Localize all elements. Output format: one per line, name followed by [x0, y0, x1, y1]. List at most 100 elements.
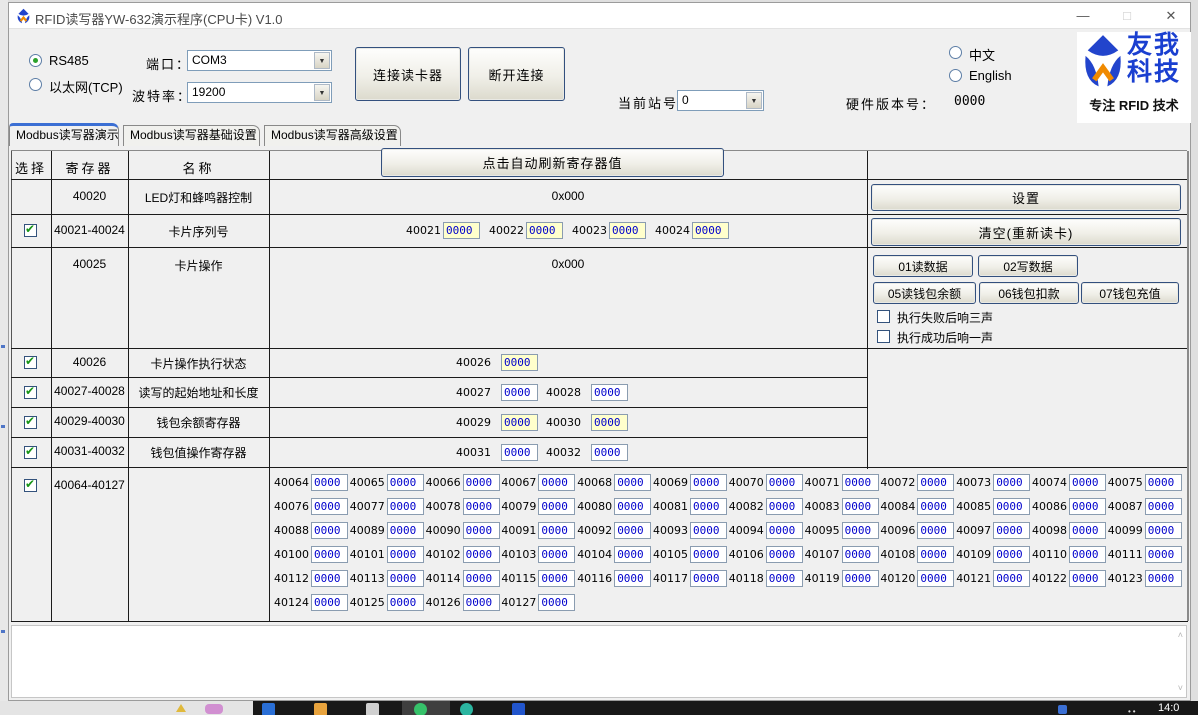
reg-input-40030[interactable]: 0000 — [591, 414, 628, 431]
row-checkbox-40031-40032[interactable] — [24, 446, 37, 459]
reg-input-40031[interactable]: 0000 — [501, 444, 538, 461]
reg-input-40085[interactable]: 0000 — [993, 498, 1030, 515]
reg-input-40023[interactable]: 0000 — [609, 222, 646, 239]
baud-select[interactable]: 19200 ▼ — [187, 82, 332, 103]
lang-en-radio[interactable] — [949, 69, 962, 82]
reg-input-40110[interactable]: 0000 — [1069, 546, 1106, 563]
window-icon[interactable] — [366, 703, 379, 715]
tab-2[interactable]: Modbus读写器基础设置 — [123, 125, 260, 146]
clear-reread-button[interactable]: 清空(重新读卡) — [871, 218, 1181, 246]
scroll-up-icon[interactable]: ˄ — [1178, 630, 1183, 640]
reg-input-40101[interactable]: 0000 — [387, 546, 424, 563]
tray-icon[interactable] — [1058, 705, 1067, 714]
reg-input-40121[interactable]: 0000 — [993, 570, 1030, 587]
settings-button[interactable]: 设置 — [871, 184, 1181, 211]
rs485-radio[interactable] — [29, 54, 42, 67]
read-wallet-button[interactable]: 05读钱包余额 — [873, 282, 976, 304]
reg-input-40119[interactable]: 0000 — [842, 570, 879, 587]
reg-input-40064[interactable]: 0000 — [311, 474, 348, 491]
green-app-icon[interactable] — [414, 703, 427, 715]
reg-input-40122[interactable]: 0000 — [1069, 570, 1106, 587]
station-select[interactable]: 0 ▼ — [677, 90, 764, 111]
reg-input-40097[interactable]: 0000 — [993, 522, 1030, 539]
reg-input-40084[interactable]: 0000 — [917, 498, 954, 515]
reg-input-40070[interactable]: 0000 — [766, 474, 803, 491]
reg-input-40125[interactable]: 0000 — [387, 594, 424, 611]
reg-input-40073[interactable]: 0000 — [993, 474, 1030, 491]
chevron-down-icon[interactable]: ▼ — [314, 52, 330, 69]
reg-input-40102[interactable]: 0000 — [463, 546, 500, 563]
teal-app-icon[interactable] — [460, 703, 473, 715]
reg-input-40071[interactable]: 0000 — [842, 474, 879, 491]
reg-input-40067[interactable]: 0000 — [538, 474, 575, 491]
reg-input-40115[interactable]: 0000 — [538, 570, 575, 587]
reg-input-40022[interactable]: 0000 — [526, 222, 563, 239]
reg-input-40080[interactable]: 0000 — [614, 498, 651, 515]
reg-input-40082[interactable]: 0000 — [766, 498, 803, 515]
reg-input-40079[interactable]: 0000 — [538, 498, 575, 515]
reg-input-40096[interactable]: 0000 — [917, 522, 954, 539]
reg-input-40111[interactable]: 0000 — [1145, 546, 1182, 563]
close-button[interactable]: ✕ — [1149, 3, 1193, 29]
disconnect-button[interactable]: 断开连接 — [468, 47, 565, 101]
reg-input-40109[interactable]: 0000 — [993, 546, 1030, 563]
reg-input-40027[interactable]: 0000 — [501, 384, 538, 401]
explorer-icon[interactable] — [262, 703, 275, 715]
reg-input-40072[interactable]: 0000 — [917, 474, 954, 491]
reg-input-40114[interactable]: 0000 — [463, 570, 500, 587]
reg-input-40098[interactable]: 0000 — [1069, 522, 1106, 539]
reg-input-40068[interactable]: 0000 — [614, 474, 651, 491]
connect-button[interactable]: 连接读卡器 — [355, 47, 461, 101]
reg-input-40028[interactable]: 0000 — [591, 384, 628, 401]
blue-doc-icon[interactable] — [512, 703, 525, 715]
reg-input-40024[interactable]: 0000 — [692, 222, 729, 239]
reg-input-40117[interactable]: 0000 — [690, 570, 727, 587]
beep-fail-checkbox[interactable] — [877, 310, 890, 323]
reg-input-40118[interactable]: 0000 — [766, 570, 803, 587]
reg-input-40065[interactable]: 0000 — [387, 474, 424, 491]
tab-3[interactable]: Modbus读写器高级设置 — [264, 125, 401, 146]
folder-icon[interactable] — [314, 703, 327, 715]
reg-input-40089[interactable]: 0000 — [387, 522, 424, 539]
reg-input-40095[interactable]: 0000 — [842, 522, 879, 539]
reg-input-40075[interactable]: 0000 — [1145, 474, 1182, 491]
reg-input-40100[interactable]: 0000 — [311, 546, 348, 563]
reg-input-40120[interactable]: 0000 — [917, 570, 954, 587]
reg-input-40093[interactable]: 0000 — [690, 522, 727, 539]
wallet-recharge-button[interactable]: 07钱包充值 — [1081, 282, 1179, 304]
row-checkbox-40021-40024[interactable] — [24, 224, 37, 237]
scroll-down-icon[interactable]: ˅ — [1178, 683, 1183, 693]
reg-input-40113[interactable]: 0000 — [387, 570, 424, 587]
tab-1[interactable]: Modbus读写器演示 — [9, 123, 119, 146]
desktop-icon[interactable] — [176, 704, 186, 712]
reg-input-40032[interactable]: 0000 — [591, 444, 628, 461]
minimize-button[interactable]: — — [1061, 3, 1105, 29]
beep-ok-checkbox[interactable] — [877, 330, 890, 343]
reg-input-40127[interactable]: 0000 — [538, 594, 575, 611]
reg-input-40103[interactable]: 0000 — [538, 546, 575, 563]
reg-input-40069[interactable]: 0000 — [690, 474, 727, 491]
reg-input-40106[interactable]: 0000 — [766, 546, 803, 563]
desktop-icon[interactable] — [205, 704, 223, 714]
reg-input-40112[interactable]: 0000 — [311, 570, 348, 587]
log-area[interactable]: ˄ ˅ — [11, 625, 1187, 698]
reg-input-40081[interactable]: 0000 — [690, 498, 727, 515]
reg-input-40021[interactable]: 0000 — [443, 222, 480, 239]
reg-input-40116[interactable]: 0000 — [614, 570, 651, 587]
reg-input-40078[interactable]: 0000 — [463, 498, 500, 515]
chevron-down-icon[interactable]: ▼ — [746, 92, 762, 109]
reg-input-40107[interactable]: 0000 — [842, 546, 879, 563]
refresh-registers-button[interactable]: 点击自动刷新寄存器值 — [381, 148, 724, 177]
reg-input-40090[interactable]: 0000 — [463, 522, 500, 539]
row-checkbox-40026[interactable] — [24, 356, 37, 369]
reg-input-40092[interactable]: 0000 — [614, 522, 651, 539]
row-checkbox-40027-40028[interactable] — [24, 386, 37, 399]
reg-input-40108[interactable]: 0000 — [917, 546, 954, 563]
reg-input-40104[interactable]: 0000 — [614, 546, 651, 563]
reg-input-40124[interactable]: 0000 — [311, 594, 348, 611]
reg-input-40026[interactable]: 0000 — [501, 354, 538, 371]
reg-input-40088[interactable]: 0000 — [311, 522, 348, 539]
lang-zh-radio[interactable] — [949, 46, 962, 59]
maximize-button[interactable]: □ — [1105, 3, 1149, 29]
reg-input-40091[interactable]: 0000 — [538, 522, 575, 539]
